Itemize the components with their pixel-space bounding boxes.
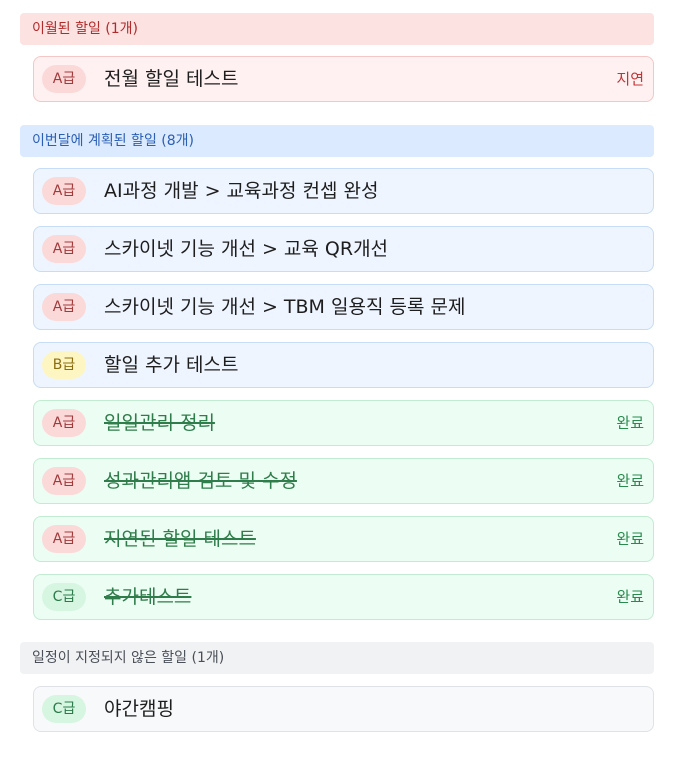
task-item-completed[interactable]: A급 성과관리앱 검토 및 수정 완료 — [33, 458, 654, 504]
status-label-done: 완료 — [616, 414, 644, 432]
grade-badge: C급 — [42, 583, 86, 611]
task-title: 성과관리앱 검토 및 수정 — [104, 470, 297, 492]
planned-section-header: 이번달에 계획된 할일 (8개) — [20, 125, 654, 157]
task-title: 일일관리 정리 — [104, 412, 215, 434]
unscheduled-section-header: 일정이 지정되지 않은 할일 (1개) — [20, 642, 654, 674]
grade-badge: A급 — [42, 177, 86, 205]
task-title: 야간캠핑 — [104, 698, 174, 720]
task-item[interactable]: A급 AI과정 개발 > 교육과정 컨셉 완성 — [33, 168, 654, 214]
task-title: 스카이넷 기능 개선 > TBM 일용직 등록 문제 — [104, 296, 466, 318]
task-item[interactable]: A급 전월 할일 테스트 지연 — [33, 56, 654, 102]
task-item-completed[interactable]: A급 일일관리 정리 완료 — [33, 400, 654, 446]
task-title: AI과정 개발 > 교육과정 컨셉 완성 — [104, 180, 379, 202]
task-title: 지연된 할일 테스트 — [104, 528, 256, 550]
grade-badge: B급 — [42, 351, 86, 379]
grade-badge: A급 — [42, 65, 86, 93]
grade-badge: A급 — [42, 525, 86, 553]
task-title: 할일 추가 테스트 — [104, 354, 239, 376]
grade-badge: A급 — [42, 235, 86, 263]
grade-badge: A급 — [42, 409, 86, 437]
task-title: 스카이넷 기능 개선 > 교육 QR개선 — [104, 238, 389, 260]
task-item[interactable]: A급 스카이넷 기능 개선 > TBM 일용직 등록 문제 — [33, 284, 654, 330]
grade-badge: C급 — [42, 695, 86, 723]
task-item[interactable]: C급 야간캠핑 — [33, 686, 654, 732]
task-title: 추가테스트 — [104, 586, 192, 608]
overdue-section-header: 이월된 할일 (1개) — [20, 13, 654, 45]
status-label-done: 완료 — [616, 588, 644, 606]
task-item[interactable]: A급 스카이넷 기능 개선 > 교육 QR개선 — [33, 226, 654, 272]
status-label-done: 완료 — [616, 530, 644, 548]
task-title: 전월 할일 테스트 — [104, 68, 239, 90]
status-label-done: 완료 — [616, 472, 644, 490]
task-item-completed[interactable]: A급 지연된 할일 테스트 완료 — [33, 516, 654, 562]
grade-badge: A급 — [42, 293, 86, 321]
grade-badge: A급 — [42, 467, 86, 495]
status-label-delayed: 지연 — [616, 70, 644, 88]
task-item-completed[interactable]: C급 추가테스트 완료 — [33, 574, 654, 620]
task-board: 이월된 할일 (1개) A급 전월 할일 테스트 지연 이번달에 계획된 할일 … — [0, 0, 683, 763]
task-item[interactable]: B급 할일 추가 테스트 — [33, 342, 654, 388]
